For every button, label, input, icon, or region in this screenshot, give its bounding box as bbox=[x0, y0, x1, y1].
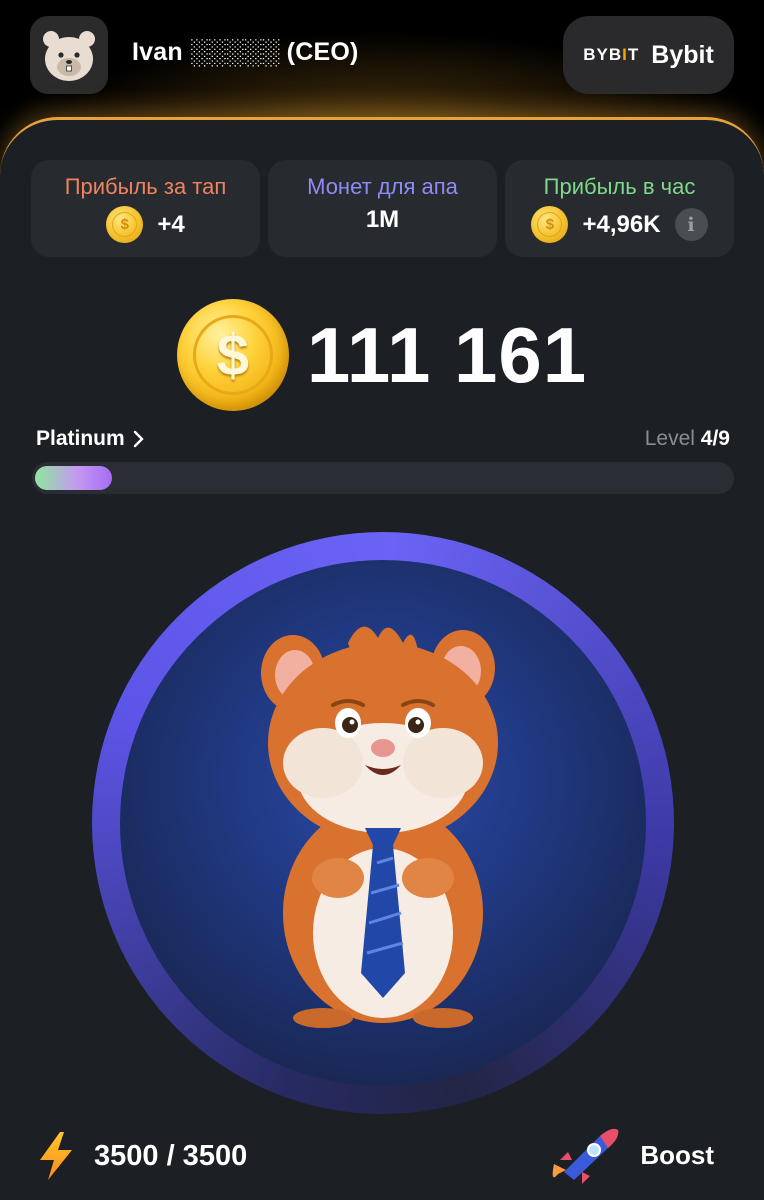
coin-icon: $ bbox=[531, 206, 569, 243]
rocket-icon bbox=[552, 1128, 619, 1184]
bottom-bar: 3500 / 3500 Boost bbox=[0, 1120, 764, 1190]
hamster-ceo-icon bbox=[261, 626, 498, 1028]
hamster-avatar-icon bbox=[43, 31, 95, 81]
level-progress-bar bbox=[32, 462, 734, 494]
level-progress-fill bbox=[35, 466, 112, 490]
level-indicator: Level 4/9 bbox=[644, 427, 730, 450]
balance-row: $ 111 161 bbox=[0, 298, 764, 412]
stat-card-hourly-profit[interactable]: Прибыль в час $ +4,96K i bbox=[505, 160, 734, 257]
info-icon[interactable]: i bbox=[674, 208, 708, 241]
stat-label: Прибыль за тап bbox=[64, 174, 227, 199]
energy-value: 3500 / 3500 bbox=[94, 1139, 248, 1172]
stat-label: Прибыль в час bbox=[543, 174, 696, 199]
stat-card-tap-profit[interactable]: Прибыль за тап $ +4 bbox=[31, 160, 260, 257]
league-name: Platinum bbox=[36, 427, 125, 450]
exchange-button[interactable]: BYBIT Bybit bbox=[563, 16, 734, 94]
stat-label: Монет для апа bbox=[307, 174, 458, 199]
stat-value: +4 bbox=[157, 210, 185, 238]
boost-label: Boost bbox=[640, 1139, 714, 1170]
username: Ivan ░░░░░ (CEO) bbox=[132, 38, 359, 66]
energy-indicator: 3500 / 3500 bbox=[36, 1130, 247, 1182]
tap-button[interactable] bbox=[120, 560, 646, 1086]
avatar[interactable] bbox=[30, 16, 108, 94]
stat-card-coins-to-level-up[interactable]: Монет для апа 1M bbox=[268, 160, 497, 257]
stat-value: +4,96K bbox=[582, 210, 661, 238]
stat-value: 1M bbox=[365, 206, 400, 233]
chevron-right-icon bbox=[133, 430, 144, 448]
league-link[interactable]: Platinum bbox=[36, 427, 145, 451]
boost-button[interactable]: Boost bbox=[548, 1124, 714, 1186]
lightning-icon bbox=[40, 1132, 72, 1180]
coin-balance: 111 161 bbox=[306, 310, 588, 399]
coin-icon: $ bbox=[106, 206, 144, 243]
exchange-logo: BYBIT bbox=[583, 45, 640, 64]
header: Ivan ░░░░░ (CEO) BYBIT Bybit bbox=[0, 0, 764, 110]
coin-icon: $ bbox=[176, 299, 289, 411]
exchange-name: Bybit bbox=[651, 40, 714, 69]
